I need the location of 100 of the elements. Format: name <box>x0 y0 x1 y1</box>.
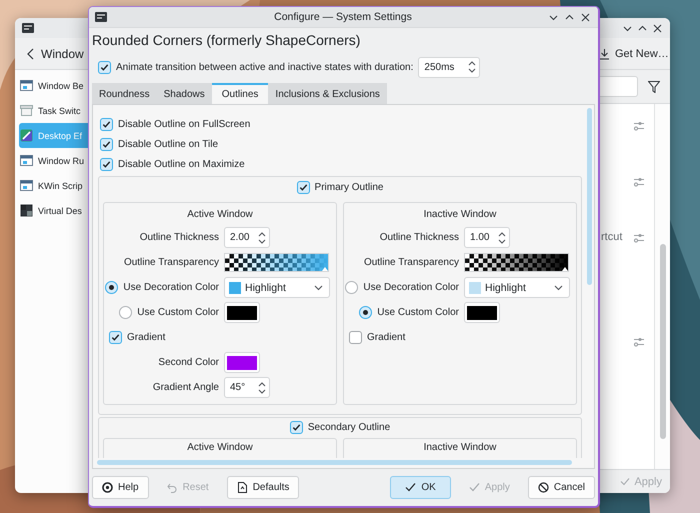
maximize-icon[interactable] <box>565 12 574 22</box>
tab[interactable]: Shadows <box>156 83 212 104</box>
radio-label[interactable]: Use Custom Color <box>137 307 219 318</box>
color-button[interactable] <box>224 302 260 323</box>
undo-icon <box>166 482 178 493</box>
app-icon <box>22 23 34 33</box>
checkbox[interactable] <box>349 331 362 344</box>
spin-box[interactable]: 45° <box>224 377 270 398</box>
module-icon <box>20 154 33 167</box>
radio-button[interactable] <box>359 306 372 319</box>
scrollbar-thumb[interactable] <box>97 460 572 465</box>
sidebar-item[interactable]: KWin Scrip <box>19 173 88 198</box>
search-field[interactable] <box>597 76 638 97</box>
transparency-slider[interactable] <box>464 253 569 272</box>
back-icon[interactable] <box>27 48 34 60</box>
panel-title: Inactive Window <box>424 208 496 220</box>
checkbox-label[interactable]: Secondary Outline <box>308 422 390 432</box>
checkbox-label[interactable]: Disable Outline on Maximize <box>118 158 245 170</box>
field-label: Outline Thickness <box>140 232 219 243</box>
cancel-button[interactable]: Cancel <box>528 476 595 499</box>
radio-button[interactable] <box>345 281 358 294</box>
field-label: Outline Transparency <box>364 257 459 268</box>
close-icon[interactable] <box>581 12 590 22</box>
checkbox-label[interactable]: Disable Outline on FullScreen <box>118 118 250 130</box>
cancel-icon <box>538 482 549 493</box>
field-label: Second Color <box>158 357 219 368</box>
panel-title: Active Window <box>187 208 253 220</box>
minimize-icon[interactable] <box>549 12 558 22</box>
radio-label[interactable]: Use Decoration Color <box>363 282 459 293</box>
checkbox[interactable] <box>100 138 113 150</box>
transparency-slider[interactable] <box>224 253 329 272</box>
minimize-icon[interactable] <box>623 24 632 32</box>
tab[interactable]: Outlines <box>212 83 268 104</box>
tab[interactable]: Inclusions & Exclusions <box>268 83 387 104</box>
slider-settings-icon[interactable] <box>634 121 644 131</box>
download-icon <box>599 48 610 60</box>
slider-settings-icon[interactable] <box>634 233 644 243</box>
spin-arrows-icon <box>468 60 476 74</box>
sidebar-item[interactable]: Window Ru <box>19 148 88 173</box>
module-icon <box>20 129 33 142</box>
help-icon <box>102 482 113 493</box>
slider-settings-icon[interactable] <box>634 177 644 187</box>
color-dropdown[interactable]: Highlight <box>224 277 330 298</box>
filter-icon[interactable] <box>648 80 660 92</box>
checkbox[interactable] <box>98 60 111 74</box>
radio-button[interactable] <box>119 306 132 319</box>
color-button[interactable] <box>224 352 260 373</box>
check-icon <box>405 482 416 493</box>
color-dropdown[interactable]: Highlight <box>464 277 570 298</box>
checkbox[interactable] <box>290 420 303 434</box>
panel-title: Active Window <box>187 442 253 453</box>
spin-box[interactable]: 2.00 <box>224 227 270 248</box>
field-label: Gradient Angle <box>152 382 219 393</box>
check-icon <box>620 477 630 486</box>
sidebar-item[interactable]: Task Switc <box>19 98 88 123</box>
radio-label[interactable]: Use Decoration Color <box>123 282 219 293</box>
document-icon <box>236 482 248 493</box>
module-icon <box>20 204 33 217</box>
checkbox-label[interactable]: Animate transition between active and inactive states with duration: <box>116 62 414 72</box>
checkbox-label[interactable]: Gradient <box>127 332 166 343</box>
checkbox[interactable] <box>100 158 113 170</box>
slider-settings-icon[interactable] <box>634 337 644 347</box>
radio-button[interactable] <box>105 281 118 294</box>
slider-handle[interactable] <box>562 267 568 271</box>
tab[interactable]: Roundness <box>92 83 157 104</box>
caret-icon <box>314 284 323 290</box>
radio-label[interactable]: Use Custom Color <box>377 307 459 318</box>
checkbox[interactable] <box>100 118 113 130</box>
spin-box[interactable]: 1.00 <box>464 227 510 248</box>
module-icon <box>20 79 33 92</box>
spin-arrows-icon <box>258 380 266 394</box>
spin-arrows-icon <box>498 230 506 244</box>
spin-box[interactable]: 250ms <box>418 56 480 78</box>
slider-handle[interactable] <box>322 267 328 271</box>
ok-button[interactable]: OK <box>390 476 451 499</box>
page-heading: Rounded Corners (formerly ShapeCorners) <box>91 31 362 50</box>
defaults-button[interactable]: Defaults <box>226 476 300 499</box>
field-label: Outline Transparency <box>124 257 219 268</box>
check-icon <box>468 482 480 493</box>
spin-arrows-icon <box>258 230 266 244</box>
list-text: rtcut <box>601 231 622 243</box>
checkbox[interactable] <box>109 331 122 344</box>
color-button[interactable] <box>464 302 500 323</box>
module-icon <box>20 104 33 117</box>
help-button[interactable]: Help <box>92 476 149 499</box>
sidebar-item[interactable]: Window Be <box>19 73 88 98</box>
field-label: Outline Thickness <box>380 232 459 243</box>
scrollbar-thumb[interactable] <box>660 244 666 439</box>
panel-title: Inactive Window <box>424 442 496 453</box>
app-icon <box>95 12 107 22</box>
checkbox-label[interactable]: Gradient <box>367 332 406 343</box>
checkbox-label[interactable]: Disable Outline on Tile <box>118 138 218 150</box>
checkbox[interactable] <box>296 181 310 194</box>
sidebar-item[interactable]: Virtual Des <box>19 198 88 223</box>
checkbox-label[interactable]: Primary Outline <box>314 182 384 193</box>
close-icon[interactable] <box>653 24 662 32</box>
module-icon <box>20 179 33 192</box>
scrollbar-thumb[interactable] <box>586 108 592 285</box>
maximize-icon[interactable] <box>638 24 647 32</box>
window-title: Configure — System Settings <box>273 11 413 23</box>
